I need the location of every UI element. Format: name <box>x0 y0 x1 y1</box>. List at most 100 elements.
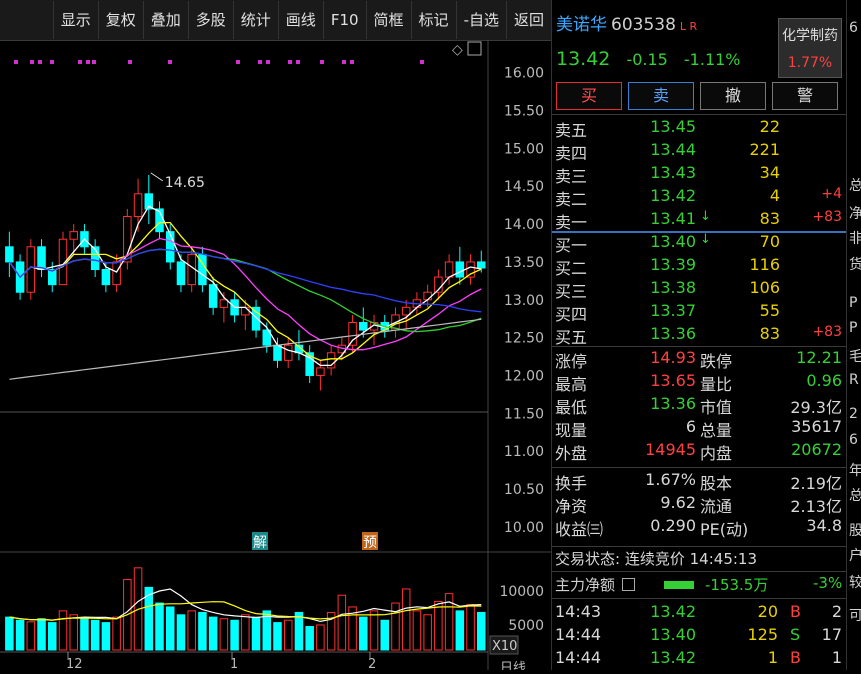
candle-body <box>219 299 229 308</box>
list-icon[interactable] <box>621 578 635 591</box>
divider <box>552 546 847 547</box>
bid-volume: 83 <box>759 324 780 343</box>
edge-text: 总 <box>849 175 861 195</box>
stat-key: 总量 <box>700 421 733 440</box>
price-change: -0.15 <box>626 50 668 69</box>
stat-value: 20672 <box>791 440 842 459</box>
main-flow[interactable]: 主力净额 -153.5万 -3% <box>555 574 845 595</box>
diamond-icon: ◇ <box>452 42 463 58</box>
stat-key: 外盘 <box>555 444 588 463</box>
stat-key: 净资 <box>555 497 588 516</box>
divider <box>552 571 847 572</box>
signal-dot <box>258 60 262 64</box>
signal-dot <box>236 60 240 64</box>
bid-label: 买四 <box>555 305 588 324</box>
stat-value: 9.62 <box>660 493 696 512</box>
period-label: 日线 <box>500 661 526 670</box>
tick-row: 14:44 13.42 1 B 1 <box>552 648 847 671</box>
stat-key: 最低 <box>555 398 588 417</box>
stat-key: 涨停 <box>555 352 588 371</box>
stat-value: 1.67% <box>645 470 696 489</box>
toolbar-item[interactable]: 标记 <box>410 1 456 39</box>
toolbar-item[interactable]: 多股 <box>187 1 233 39</box>
toolbar-item[interactable]: -自选 <box>455 1 506 39</box>
candle-body <box>112 261 121 286</box>
tick-volume: 1 <box>767 648 778 667</box>
high-marker-arrow <box>150 172 164 182</box>
candle-body <box>101 269 111 286</box>
ask-label: 卖四 <box>555 144 588 163</box>
volume-bar <box>251 616 261 651</box>
stock-header: 美诺华 603538 L R <box>556 10 697 35</box>
volume-bar <box>219 618 229 651</box>
kline-chart[interactable]: 16.00 15.50 15.00 14.50 14.00 13.50 13.00 12.50… <box>0 40 551 674</box>
tick-price: 13.42 <box>650 602 696 621</box>
industry-box[interactable]: 化学制药 1.77% <box>778 18 842 78</box>
bid-row: 买四 13.37 55 <box>552 301 847 324</box>
bid-row: 买五 13.36 83 +83 <box>552 324 847 347</box>
toolbar-item[interactable]: 画线 <box>277 1 323 39</box>
candle-body <box>359 321 368 331</box>
stock-code: 603538 <box>611 15 676 35</box>
cancel-button[interactable]: 撤 <box>700 82 766 110</box>
toolbar-item[interactable]: 叠加 <box>142 1 188 39</box>
volume-bar <box>466 604 475 651</box>
tick-row: 14:44 13.40 125 S 17 <box>552 625 847 648</box>
arrow-down-icon: ↓ <box>700 209 711 224</box>
ask-volume: 34 <box>759 163 780 182</box>
kline-svg[interactable]: 16.00 15.50 15.00 14.50 14.00 13.50 13.00 12.50… <box>0 40 551 674</box>
candle-body <box>208 284 218 308</box>
bid-row: 买一 13.40 ↓ 70 <box>552 232 847 255</box>
price-tick: 13.50 <box>504 255 544 271</box>
buy-button[interactable]: 买 <box>556 82 622 110</box>
chart-toolbar: 显示 复权 叠加 多股 统计 画线 F10 简框 标记 -自选 返回 <box>0 0 551 41</box>
tick-time: 14:44 <box>555 648 602 667</box>
stat-value: 35617 <box>791 417 842 436</box>
volume-bar <box>187 610 196 651</box>
trade-status-label: 交易状态: <box>555 550 621 568</box>
volume-bar <box>241 614 250 651</box>
stock-name[interactable]: 美诺华 <box>556 15 607 35</box>
toolbar-item[interactable]: 统计 <box>232 1 278 39</box>
stat-key: 内盘 <box>700 444 733 463</box>
toolbar-item[interactable]: 简框 <box>365 1 411 39</box>
tick-count: 17 <box>821 625 842 644</box>
trade-status: 交易状态: 连续竞价 14:45:13 <box>555 548 757 569</box>
candle-body <box>5 246 14 263</box>
bid-price: 13.36 <box>650 324 696 343</box>
tick-price: 13.42 <box>650 648 696 667</box>
tick-price: 13.40 <box>650 625 696 644</box>
edge-text: 年 <box>849 460 861 480</box>
toolbar-item[interactable]: F10 <box>322 1 366 39</box>
main-flow-pct: -3% <box>813 574 843 592</box>
sell-button[interactable]: 卖 <box>628 82 694 110</box>
alert-button[interactable]: 警 <box>772 82 838 110</box>
stat-key: 市值 <box>700 398 733 417</box>
toolbar-item[interactable]: 复权 <box>97 1 143 39</box>
edge-text: 6 <box>849 20 858 36</box>
price-tick: 16.00 <box>504 66 544 82</box>
stat-key: PE(动) <box>700 520 749 539</box>
volume-bar <box>273 622 282 651</box>
signal-dot <box>38 60 42 64</box>
signal-dot <box>168 60 172 64</box>
bid-volume: 106 <box>749 278 780 297</box>
volume-bar <box>283 619 293 651</box>
bid-volume: 116 <box>749 255 780 274</box>
divider <box>552 598 847 599</box>
toolbar-item[interactable]: 显示 <box>52 1 98 39</box>
candle-body <box>241 306 250 316</box>
candle-body <box>273 344 282 361</box>
stat-row: 最高 13.65 量比 0.96 <box>552 371 847 394</box>
signal-dot <box>342 60 346 64</box>
main-flow-value: -153.5万 <box>705 576 769 594</box>
toolbar-item[interactable]: 返回 <box>505 1 551 39</box>
signal-dot <box>128 60 132 64</box>
volume-bar <box>305 626 314 651</box>
bid-row: 买三 13.38 106 <box>552 278 847 301</box>
volume-bar <box>401 588 411 651</box>
edge-text: 股 <box>849 520 861 540</box>
moving-average-line <box>8 237 482 351</box>
stat-value: 2.13亿 <box>790 497 842 516</box>
main-flow-label: 主力净额 <box>555 576 616 594</box>
